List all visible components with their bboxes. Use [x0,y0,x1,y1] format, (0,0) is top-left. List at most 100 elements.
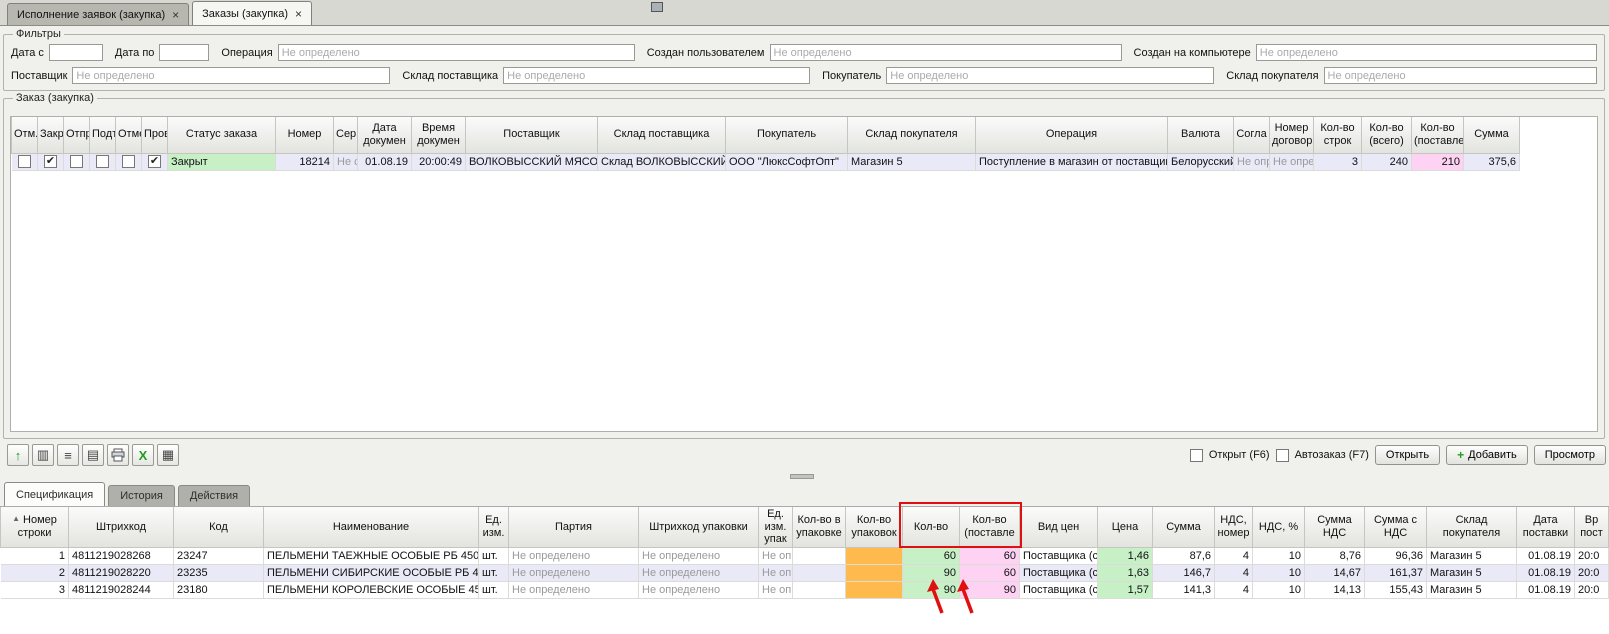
spec-cell-packs[interactable] [846,547,903,564]
order-checkbox-cell[interactable]: ✔ [38,153,64,170]
spec-cell-vat_pct[interactable]: 10 [1253,547,1305,564]
spec-column-header[interactable]: Дата поставки [1517,507,1575,547]
spec-cell-price[interactable]: 1,63 [1098,564,1153,581]
spec-cell-code[interactable]: 23180 [174,581,264,598]
spec-cell-barcode[interactable]: 4811219028268 [69,547,174,564]
operation-input[interactable] [278,44,635,61]
spec-cell-sum[interactable]: 146,7 [1153,564,1215,581]
spec-row[interactable]: 1481121902826823247ПЕЛЬМЕНИ ТАЕЖНЫЕ ОСОБ… [1,547,1609,564]
order-checkbox-cell[interactable] [12,153,38,170]
spec-cell-qty_in_pack[interactable] [793,547,846,564]
autoorder-f7-checkbox[interactable] [1276,449,1289,462]
spec-cell-date[interactable]: 01.08.19 [1517,547,1575,564]
tab-history[interactable]: История [108,485,175,506]
view-button[interactable]: Просмотр [1534,445,1606,465]
spec-cell-price_type[interactable]: Поставщика (с [1020,547,1098,564]
spec-cell-pack_barcode[interactable]: Не определено [639,581,759,598]
tab-specification[interactable]: Спецификация [4,482,105,506]
order-cell[interactable]: Не с [334,153,358,170]
spec-cell-warehouse[interactable]: Магазин 5 [1427,581,1517,598]
spec-cell-name[interactable]: ПЕЛЬМЕНИ СИБИРСКИЕ ОСОБЫЕ РБ 45 [264,564,479,581]
spec-cell-vat_num[interactable]: 4 [1215,547,1253,564]
orders-column-header[interactable]: Отпр [64,117,90,153]
order-cell[interactable]: Склад ВОЛКОВЫССКИЙ [598,153,726,170]
spec-cell-pack_unit[interactable]: Не оп [759,564,793,581]
spec-column-header[interactable]: Штрихкод [69,507,174,547]
numbered-list-button[interactable]: ≡ [57,444,79,466]
orders-column-header[interactable]: Кол-во (поставле [1412,117,1464,153]
spec-column-header[interactable]: Кол-во в упаковке [793,507,846,547]
checkbox-checked[interactable]: ✔ [44,155,57,168]
spec-cell-num[interactable]: 2 [1,564,69,581]
orders-grid-area[interactable]: Отм.ЗакрОтпрПодтОтмеПровСтатус заказаНом… [10,116,1598,432]
supplier-warehouse-input[interactable] [503,67,810,84]
orders-column-header[interactable]: Время докумен [412,117,466,153]
spec-column-header[interactable]: Цена [1098,507,1153,547]
cards-view-button[interactable]: ▤ [82,444,104,466]
spec-cell-barcode[interactable]: 4811219028220 [69,564,174,581]
orders-column-header[interactable]: Сер [334,117,358,153]
spec-column-header[interactable]: Вр пост [1575,507,1609,547]
spec-cell-qty_delivered[interactable]: 60 [960,564,1020,581]
spec-cell-pack_unit[interactable]: Не оп [759,581,793,598]
close-tab-icon[interactable]: × [172,10,179,20]
spec-cell-price_type[interactable]: Поставщика (с [1020,564,1098,581]
spec-cell-code[interactable]: 23247 [174,547,264,564]
order-cell[interactable]: Не опред [1270,153,1314,170]
spec-column-header[interactable]: Партия [509,507,639,547]
orders-column-header[interactable]: Закр [38,117,64,153]
spec-row[interactable]: 3481121902824423180ПЕЛЬМЕНИ КОРОЛЕВСКИЕ … [1,581,1609,598]
checkbox-unchecked[interactable] [122,155,135,168]
spec-column-header[interactable]: Код [174,507,264,547]
add-button[interactable]: +Добавить [1446,445,1528,465]
open-button[interactable]: Открыть [1375,445,1440,465]
print-button[interactable] [107,444,129,466]
spec-cell-sum[interactable]: 87,6 [1153,547,1215,564]
spec-cell-date[interactable]: 01.08.19 [1517,564,1575,581]
spec-cell-batch[interactable]: Не определено [509,547,639,564]
spec-cell-time[interactable]: 20:0 [1575,564,1609,581]
spec-cell-qty_in_pack[interactable] [793,564,846,581]
order-cell[interactable]: 240 [1362,153,1412,170]
tab-ispolnenie-zayavok[interactable]: Исполнение заявок (закупка) × [7,3,189,25]
order-checkbox-cell[interactable]: ✔ [142,153,168,170]
spec-grid-area[interactable]: ▲Номер строкиШтрихкодКодНаименованиеЕд. … [0,506,1609,634]
date-to-input[interactable] [159,44,209,61]
created-by-user-input[interactable] [770,44,1122,61]
order-cell[interactable]: 01.08.19 [358,153,412,170]
order-cell[interactable]: Белорусский [1168,153,1234,170]
spec-cell-time[interactable]: 20:0 [1575,581,1609,598]
orders-column-header[interactable]: Кол-во строк [1314,117,1362,153]
spec-cell-name[interactable]: ПЕЛЬМЕНИ ТАЕЖНЫЕ ОСОБЫЕ РБ 450Г [264,547,479,564]
spec-cell-sum_with_vat[interactable]: 155,43 [1365,581,1427,598]
order-cell[interactable]: Магазин 5 [848,153,976,170]
order-cell[interactable]: Не опр [1234,153,1270,170]
spec-cell-price_type[interactable]: Поставщика (с [1020,581,1098,598]
spec-cell-qty[interactable]: 60 [903,547,960,564]
spec-cell-warehouse[interactable]: Магазин 5 [1427,564,1517,581]
spec-cell-qty[interactable]: 90 [903,564,960,581]
spec-cell-sum_with_vat[interactable]: 161,37 [1365,564,1427,581]
order-cell[interactable]: Закрыт [168,153,276,170]
order-cell[interactable]: 210 [1412,153,1464,170]
orders-column-header[interactable]: Отме [116,117,142,153]
spec-cell-vat_sum[interactable]: 14,67 [1305,564,1365,581]
spec-cell-price[interactable]: 1,46 [1098,547,1153,564]
orders-column-header[interactable]: Валюта [1168,117,1234,153]
tab-zakazy-zakupka[interactable]: Заказы (закупка) × [192,1,312,25]
orders-column-header[interactable]: Согла [1234,117,1270,153]
checkbox-checked[interactable]: ✔ [148,155,161,168]
spec-cell-pack_barcode[interactable]: Не определено [639,564,759,581]
checkbox-unchecked[interactable] [18,155,31,168]
spec-column-header[interactable]: Сумма с НДС [1365,507,1427,547]
spec-cell-price[interactable]: 1,57 [1098,581,1153,598]
spec-cell-packs[interactable] [846,581,903,598]
order-cell[interactable]: ВОЛКОВЫССКИЙ МЯСО [466,153,598,170]
orders-column-header[interactable]: Кол-во (всего) [1362,117,1412,153]
spec-column-header[interactable]: НДС, номер [1215,507,1253,547]
spec-cell-date[interactable]: 01.08.19 [1517,581,1575,598]
excel-export-button[interactable]: X [132,444,154,466]
spec-cell-sum[interactable]: 141,3 [1153,581,1215,598]
spec-column-header[interactable]: НДС, % [1253,507,1305,547]
spec-column-header[interactable]: Сумма НДС [1305,507,1365,547]
